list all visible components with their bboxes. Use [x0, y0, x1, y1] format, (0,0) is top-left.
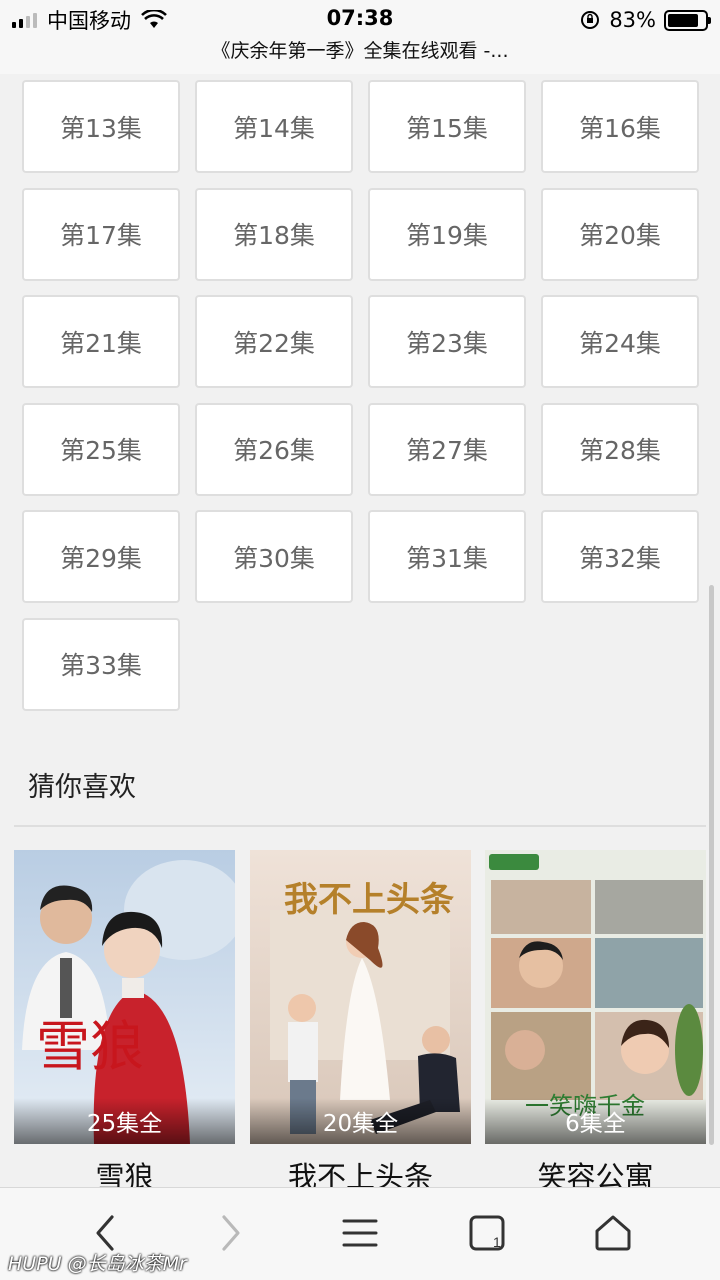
episode-button[interactable]: 第14集: [195, 80, 353, 173]
recommend-card[interactable]: 雪狼 25集全 雪狼: [14, 850, 235, 1196]
episode-count-badge: 6集全: [485, 1098, 706, 1144]
episode-button[interactable]: 第19集: [368, 187, 526, 281]
episode-button[interactable]: 第20集: [541, 187, 699, 281]
home-icon[interactable]: [588, 1210, 638, 1256]
battery-icon: [664, 9, 711, 31]
forward-icon[interactable]: [206, 1210, 256, 1256]
episode-button[interactable]: 第16集: [541, 80, 699, 173]
battery-percent: 83%: [609, 8, 656, 32]
episode-button[interactable]: 第23集: [368, 295, 526, 388]
episode-button[interactable]: 第25集: [22, 402, 180, 496]
episode-button[interactable]: 第31集: [368, 510, 526, 603]
episode-button[interactable]: 第21集: [22, 295, 180, 388]
poster-logo-text: 雪狼: [36, 1015, 144, 1078]
status-bar: 中国移动 07:38 83%: [0, 0, 720, 40]
episode-button[interactable]: 第32集: [541, 510, 699, 603]
poster-image[interactable]: 我不上头条 20集全: [250, 850, 471, 1144]
episode-count-badge: 25集全: [14, 1098, 235, 1144]
page-title[interactable]: 《庆余年第一季》全集在线观看 -...: [0, 38, 720, 74]
divider: [14, 825, 706, 827]
tabs-icon[interactable]: 1: [462, 1210, 512, 1256]
episode-button[interactable]: 第13集: [22, 80, 180, 173]
episode-button[interactable]: 第24集: [541, 295, 699, 388]
watermark: HUPU @长岛冰茶Mr: [8, 1253, 187, 1275]
poster-logo-text: 我不上头条: [284, 880, 454, 920]
episode-button[interactable]: 第33集: [22, 617, 180, 711]
episode-button[interactable]: 第29集: [22, 510, 180, 603]
episode-button[interactable]: 第26集: [195, 402, 353, 496]
episode-button[interactable]: 第22集: [195, 295, 353, 388]
recommend-card[interactable]: 我不上头条 20集全 我不上头条: [250, 850, 471, 1196]
episode-button[interactable]: 第27集: [368, 402, 526, 496]
recommend-heading: 猜你喜欢: [28, 772, 136, 803]
rotation-lock-icon: [581, 11, 600, 29]
episode-button[interactable]: 第15集: [368, 80, 526, 173]
episode-button[interactable]: 第28集: [541, 402, 699, 496]
svg-text:1: 1: [493, 1234, 501, 1250]
poster-image[interactable]: 雪狼 25集全: [14, 850, 235, 1144]
episode-button[interactable]: 第18集: [195, 187, 353, 281]
recommend-card[interactable]: 一笑嗨千金 6集全 笑容公寓: [485, 850, 706, 1196]
poster-image[interactable]: 一笑嗨千金 6集全: [485, 850, 706, 1144]
menu-icon[interactable]: [335, 1210, 385, 1256]
episode-button[interactable]: 第17集: [22, 187, 180, 281]
episode-button[interactable]: 第30集: [195, 510, 353, 603]
scrollbar[interactable]: [709, 585, 714, 1145]
episode-count-badge: 20集全: [250, 1098, 471, 1144]
